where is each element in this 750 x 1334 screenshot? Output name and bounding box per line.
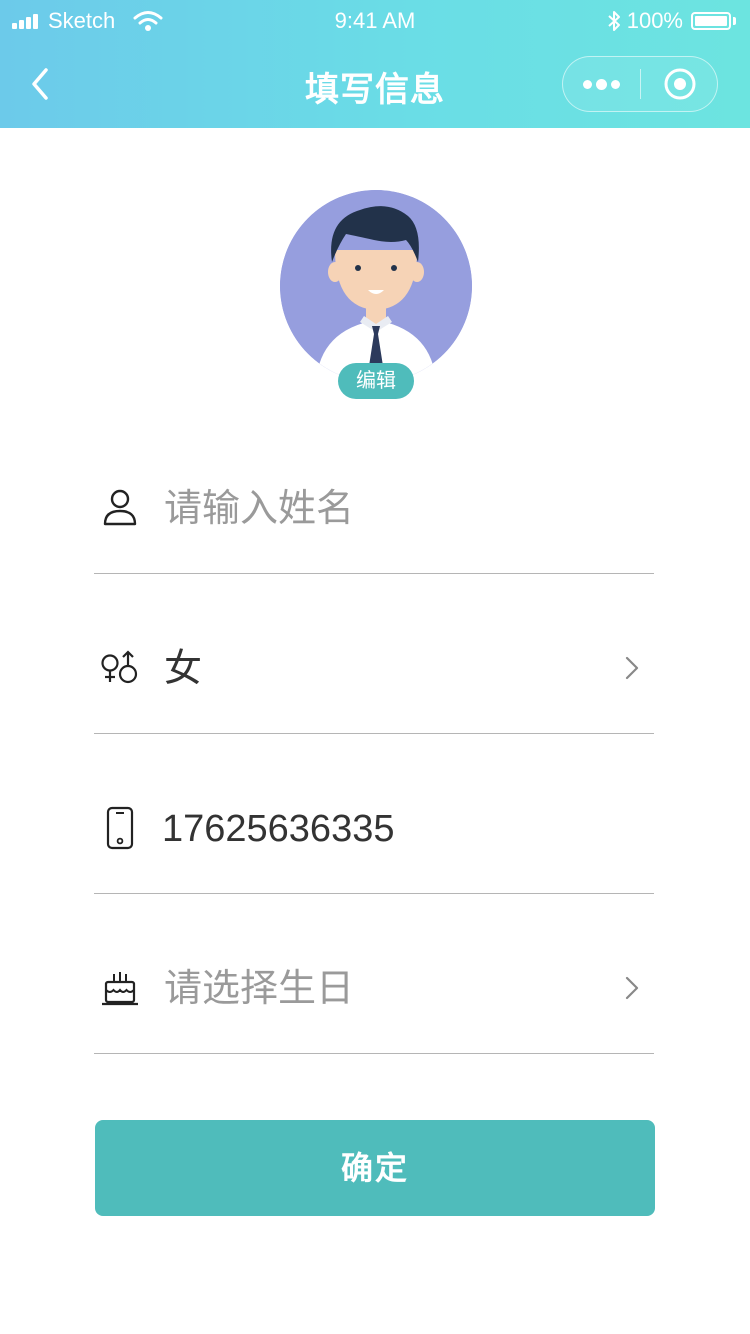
status-bar: Sketch 9:41 AM 100% <box>0 0 750 42</box>
phone-icon <box>106 806 134 850</box>
avatar[interactable] <box>280 190 472 382</box>
chevron-right-icon <box>625 976 639 1000</box>
gender-value: 女 <box>164 648 203 690</box>
edit-avatar-button[interactable]: 编辑 <box>338 363 414 399</box>
battery-icon <box>691 12 731 30</box>
more-dots-icon <box>581 78 622 90</box>
status-right: 100% <box>607 8 736 34</box>
confirm-button[interactable]: 确定 <box>95 1120 655 1216</box>
phone-value: 17625636335 <box>162 808 395 850</box>
birthday-row[interactable]: 请选择生日 <box>94 894 654 1054</box>
avatar-illustration <box>280 190 472 382</box>
birthday-placeholder: 请选择生日 <box>164 968 355 1010</box>
user-icon <box>103 489 137 526</box>
name-input[interactable] <box>164 486 604 532</box>
phone-row[interactable]: 17625636335 <box>94 734 654 894</box>
chevron-right-icon <box>625 656 639 680</box>
battery-tip <box>733 17 736 25</box>
bluetooth-icon <box>608 11 620 31</box>
mini-program-capsule <box>562 56 718 112</box>
target-circle-icon <box>664 68 695 100</box>
header: Sketch 9:41 AM 100% 填写信息 <box>0 0 750 128</box>
battery-percent: 100% <box>626 8 683 33</box>
cake-icon <box>102 972 138 1006</box>
name-row[interactable] <box>94 414 654 574</box>
gender-icon <box>101 650 138 684</box>
gender-row[interactable]: 女 <box>94 574 654 734</box>
close-button[interactable] <box>641 57 718 111</box>
more-button[interactable] <box>563 57 640 111</box>
name-field-wrap <box>164 486 604 532</box>
